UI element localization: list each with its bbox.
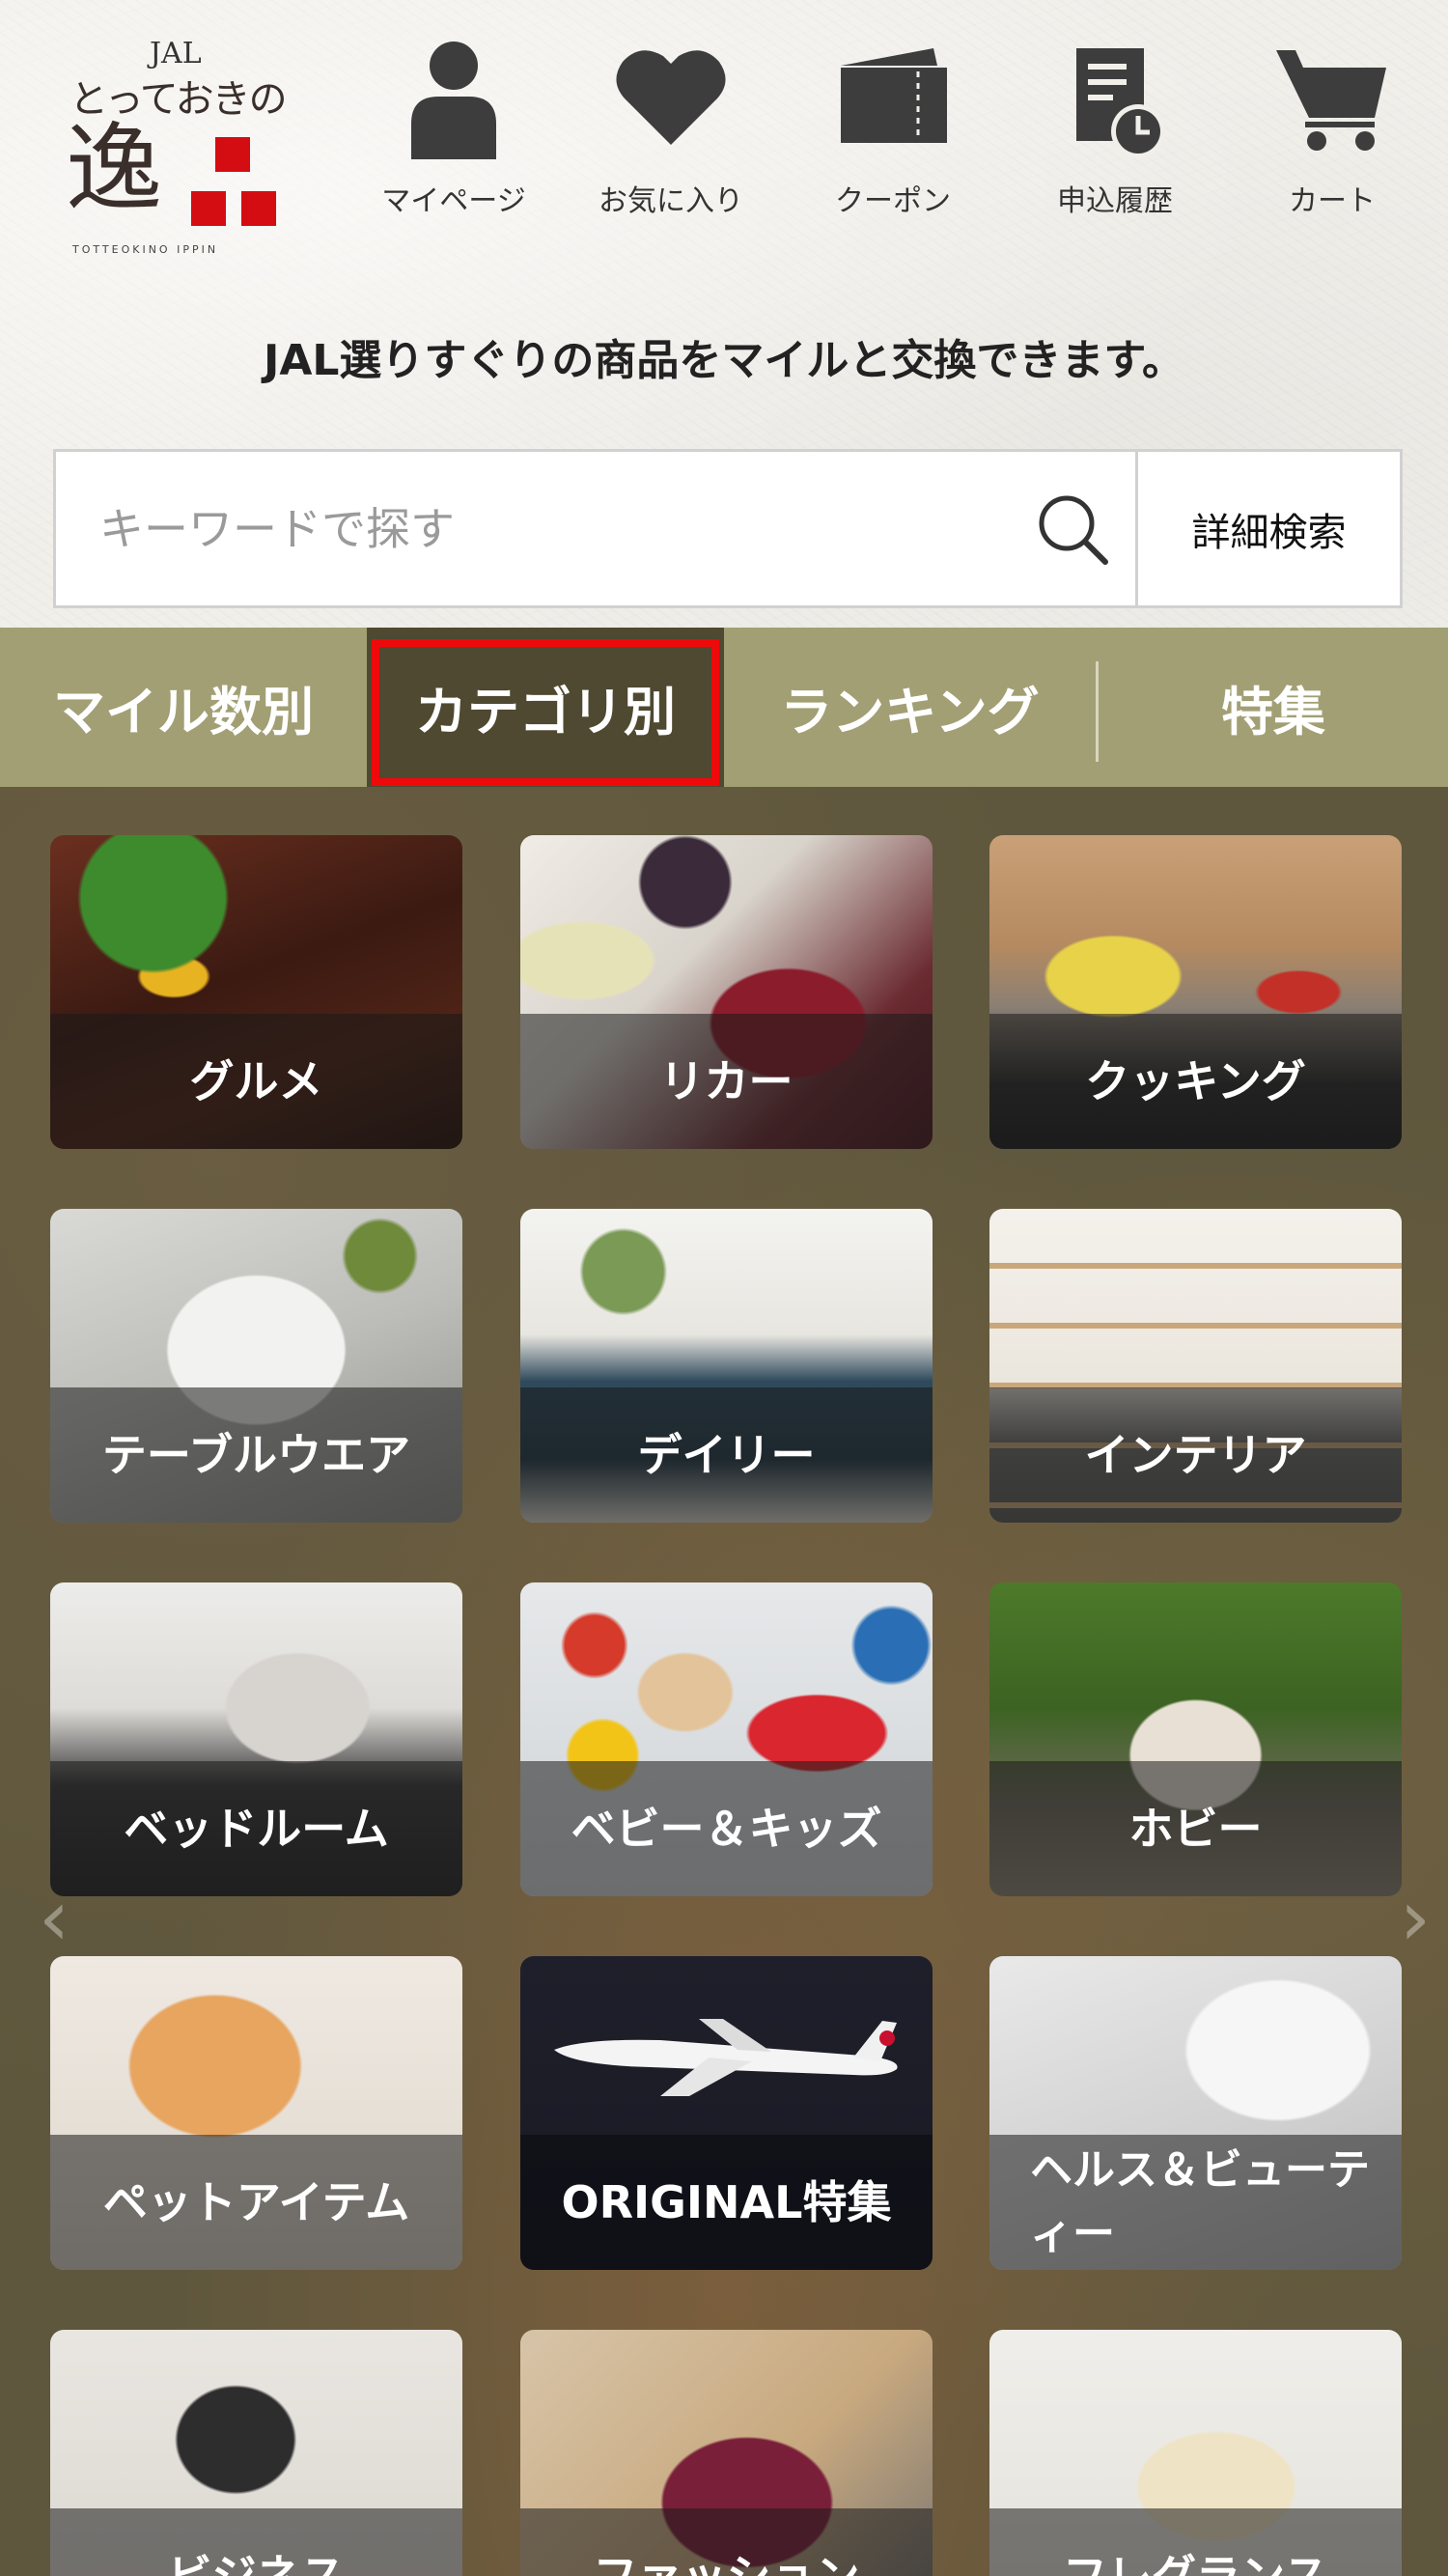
category-label-band: ベビー＆キッズ (520, 1761, 933, 1896)
person-icon (411, 42, 496, 159)
tagline: JAL選りすぐりの商品をマイルと交換できます。 (263, 336, 1185, 385)
logo-square (191, 191, 226, 226)
category-label-band: クッキング (989, 1014, 1402, 1149)
nav-label: マイページ (381, 184, 526, 218)
category-label: ベビー＆キッズ (571, 1802, 882, 1855)
category-label: ホビー (1128, 1802, 1263, 1855)
logo-kanji-text: 逸 (66, 112, 162, 225)
category-card-baby-kids[interactable]: ベビー＆キッズ (520, 1582, 933, 1896)
category-label: ベッドルーム (124, 1802, 389, 1855)
category-card-fashion[interactable]: ファッション (520, 2330, 933, 2576)
nav-mypage[interactable]: マイページ (357, 39, 550, 219)
category-label: テーブルウエア (101, 1428, 411, 1481)
category-label-band: フレグランス (989, 2508, 1402, 2576)
category-card-hobby[interactable]: ホビー (989, 1582, 1402, 1896)
tab-divider (1096, 661, 1099, 762)
category-label: ORIGINAL特集 (561, 2175, 892, 2228)
category-label: インテリア (1084, 1428, 1307, 1481)
heart-icon (615, 50, 726, 146)
category-label-band: ホビー (989, 1761, 1402, 1896)
category-label-band: デイリー (520, 1387, 933, 1523)
tab-feature[interactable]: 特集 (1099, 628, 1448, 787)
logo-subtitle: TOTTEOKINO IPPIN (72, 243, 219, 256)
category-card-bedroom[interactable]: ベッドルーム (50, 1582, 462, 1896)
category-card-cooking[interactable]: クッキング (989, 835, 1402, 1149)
category-label: ビジネス (167, 2549, 346, 2576)
category-label: リカー (659, 1054, 794, 1107)
tab-bar: マイル数別 カテゴリ別 ランキング 特集 (0, 628, 1448, 787)
category-label: ヘルス＆ビューティー (1030, 2145, 1370, 2258)
tab-by-miles[interactable]: マイル数別 (0, 628, 367, 787)
history-icon (1076, 48, 1165, 158)
category-label-band: ORIGINAL特集 (520, 2135, 933, 2270)
category-label-band: グルメ (50, 1014, 462, 1149)
category-card-business[interactable]: ビジネス (50, 2330, 462, 2576)
category-label-band: ベッドルーム (50, 1761, 462, 1896)
category-card-health-beauty[interactable]: ヘルス＆ビューティー (989, 1956, 1402, 2270)
category-label: ペットアイテム (102, 2175, 410, 2228)
nav-label: カート (1289, 184, 1376, 218)
search-icon (1039, 495, 1108, 565)
nav-coupon[interactable]: クーポン (796, 39, 989, 219)
advanced-search-button[interactable]: 詳細検索 (1135, 452, 1400, 605)
category-label: フレグランス (1062, 2549, 1329, 2576)
category-label: デイリー (637, 1428, 816, 1481)
tab-by-category[interactable]: カテゴリ別 (367, 628, 724, 787)
category-label-band: リカー (520, 1014, 933, 1149)
category-label-band: ペットアイテム (50, 2135, 462, 2270)
category-label: グルメ (189, 1054, 323, 1107)
search-button[interactable] (1010, 452, 1135, 605)
category-label: ファッション (593, 2549, 860, 2576)
category-card-original[interactable]: ORIGINAL特集 (520, 1956, 933, 2270)
category-label: クッキング (1085, 1054, 1306, 1107)
category-area: ‹ › グルメ リカー クッキング テーブルウエア デイリー インテリア ベッド… (0, 787, 1448, 2576)
nav-history[interactable]: 申込履歴 (1018, 39, 1211, 219)
search-input[interactable] (56, 452, 1010, 605)
carousel-next-icon[interactable]: › (1400, 1873, 1431, 1963)
category-label-band: ファッション (520, 2508, 933, 2576)
cart-icon (1275, 50, 1386, 151)
logo-jal-text: JAL (150, 37, 202, 70)
nav-label: クーポン (835, 184, 951, 218)
category-card-fragrance[interactable]: フレグランス (989, 2330, 1402, 2576)
logo-square (241, 191, 276, 226)
nav-label: 申込履歴 (1057, 184, 1173, 218)
category-card-gourmet[interactable]: グルメ (50, 835, 462, 1149)
category-label-band: インテリア (989, 1387, 1402, 1523)
category-card-liquor[interactable]: リカー (520, 835, 933, 1149)
category-card-tableware[interactable]: テーブルウエア (50, 1209, 462, 1523)
nav-label: お気に入り (599, 184, 743, 218)
nav-cart[interactable]: カート (1236, 39, 1429, 219)
nav-favorites[interactable]: お気に入り (574, 39, 767, 219)
category-label-band: テーブルウエア (50, 1387, 462, 1523)
coupon-icon (841, 48, 947, 143)
airplane-icon (554, 2019, 898, 2096)
tab-ranking[interactable]: ランキング (724, 628, 1096, 787)
category-card-pet[interactable]: ペットアイテム (50, 1956, 462, 2270)
logo-square (215, 137, 250, 172)
category-card-interior[interactable]: インテリア (989, 1209, 1402, 1523)
site-logo[interactable]: JAL とっておきの 逸 TOTTEOKINO IPPIN (58, 29, 290, 261)
category-label-band: ビジネス (50, 2508, 462, 2576)
category-label-band: ヘルス＆ビューティー (989, 2135, 1402, 2270)
search-bar: 詳細検索 (53, 449, 1403, 608)
category-card-daily[interactable]: デイリー (520, 1209, 933, 1523)
